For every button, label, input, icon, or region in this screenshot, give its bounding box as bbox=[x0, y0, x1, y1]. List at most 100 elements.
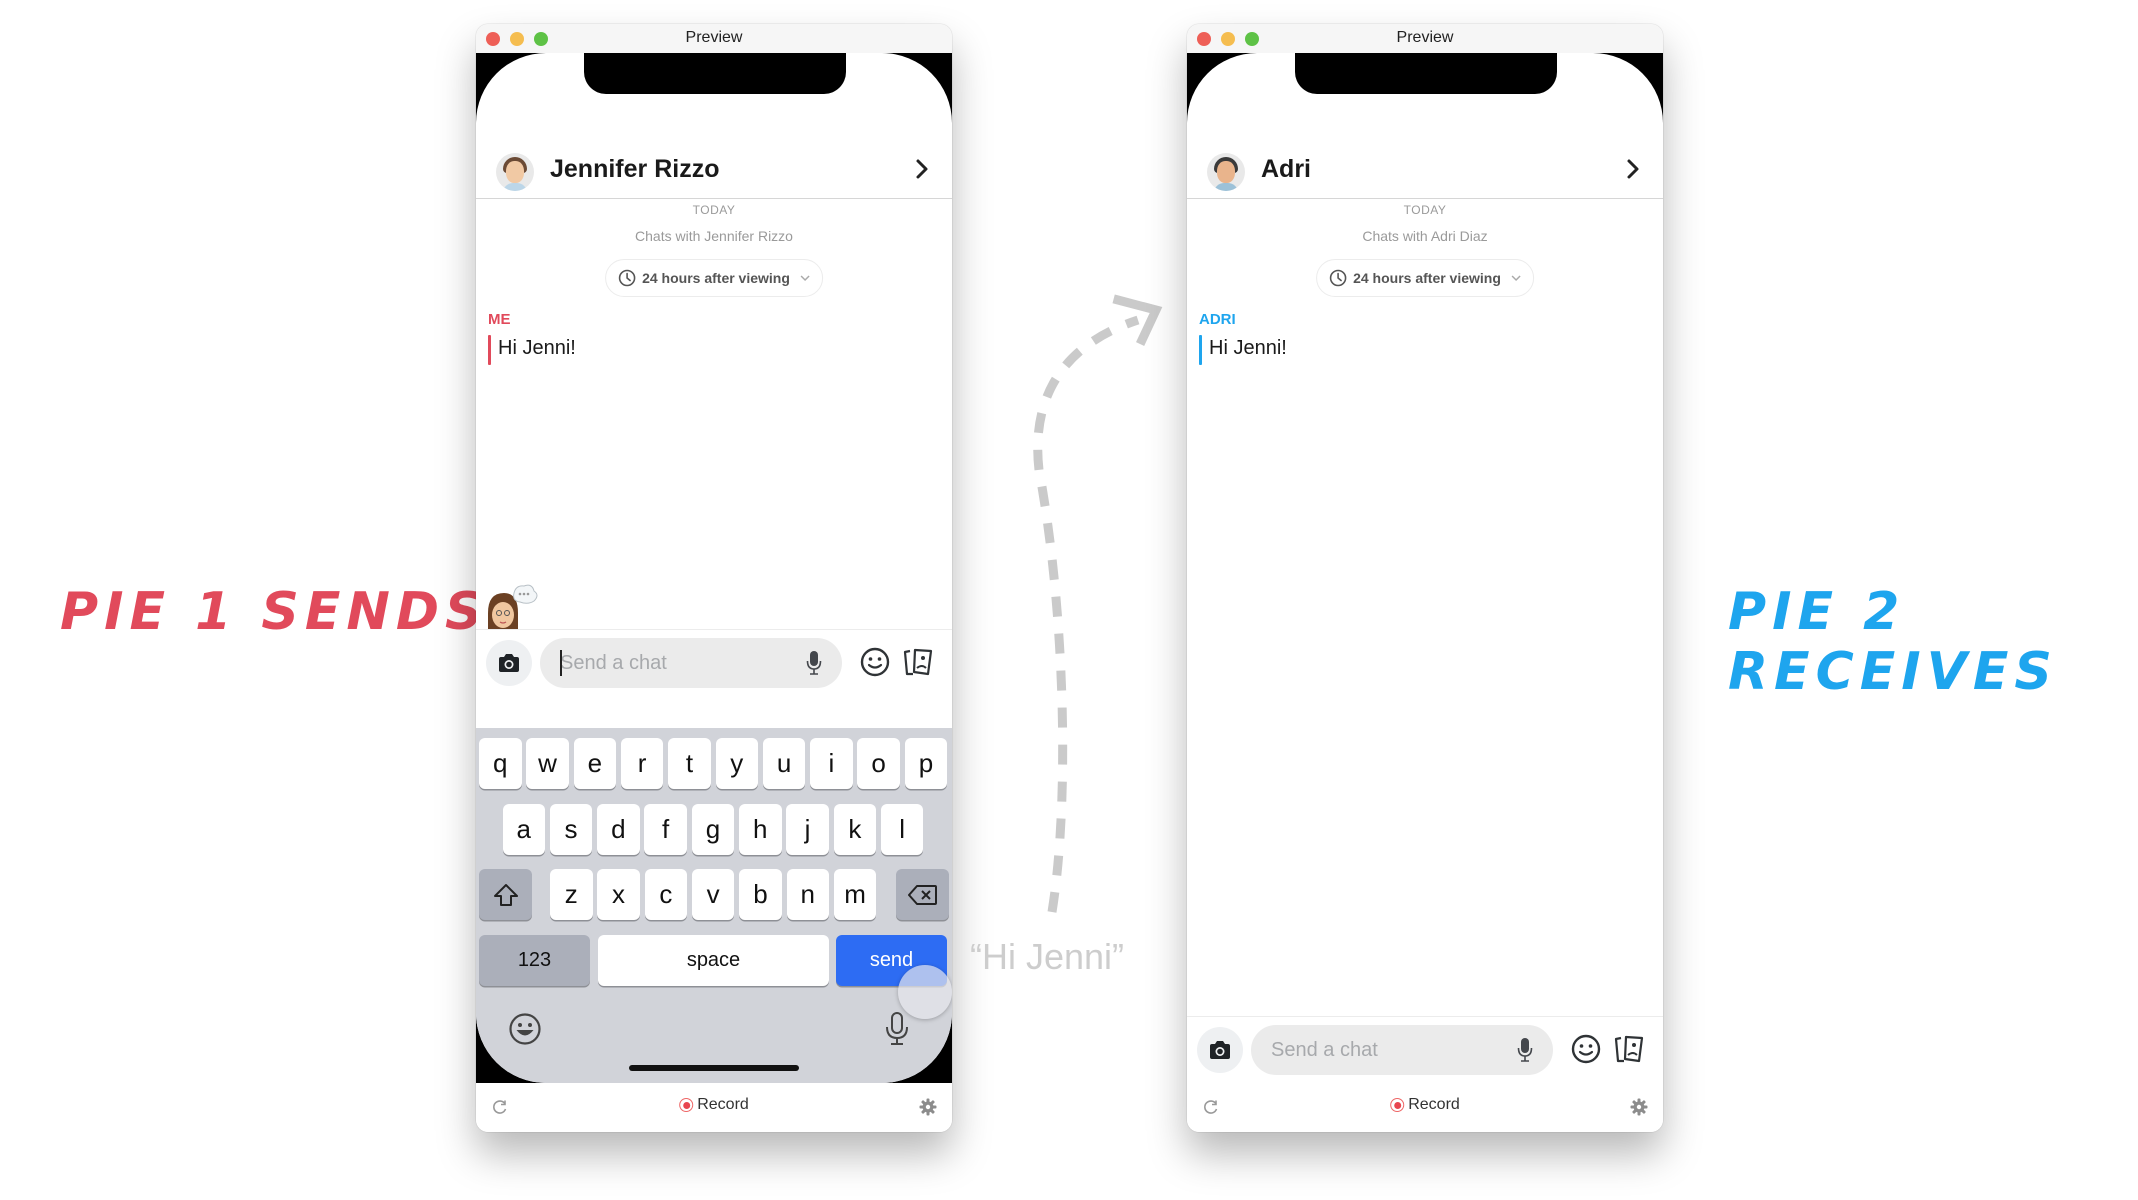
camera-icon bbox=[1210, 1041, 1230, 1059]
receiver-preview-window: Preview Adri TODAY Chats with Adri Diaz … bbox=[1187, 24, 1663, 1132]
reload-icon[interactable] bbox=[1203, 1099, 1219, 1115]
pie-1-sends-caption: PIE 1 SENDS bbox=[60, 582, 489, 642]
gear-icon[interactable] bbox=[919, 1098, 937, 1116]
emoji-keyboard-icon[interactable] bbox=[508, 1012, 542, 1046]
key-x[interactable]: x bbox=[597, 869, 640, 920]
gear-icon[interactable] bbox=[1630, 1098, 1648, 1116]
chat-header[interactable]: Adri bbox=[1187, 143, 1663, 199]
camera-icon bbox=[499, 654, 519, 672]
key-i[interactable]: i bbox=[810, 738, 853, 789]
chat-header[interactable]: Jennifer Rizzo bbox=[476, 143, 952, 199]
text-cursor bbox=[560, 650, 562, 676]
avatar[interactable] bbox=[496, 153, 534, 191]
retention-setting-dropdown[interactable]: 24 hours after viewing bbox=[1316, 259, 1534, 297]
chat-input-bar bbox=[1187, 1016, 1663, 1083]
chevron-down-icon bbox=[1511, 275, 1521, 282]
avatar[interactable] bbox=[1207, 153, 1245, 191]
record-label: Record bbox=[1408, 1096, 1460, 1113]
shift-key[interactable] bbox=[479, 869, 532, 920]
chevron-right-icon[interactable] bbox=[1621, 157, 1645, 181]
camera-button[interactable] bbox=[486, 640, 532, 686]
date-label: TODAY bbox=[1403, 203, 1447, 217]
preview-toolbar: Record bbox=[476, 1083, 952, 1132]
reload-icon[interactable] bbox=[492, 1099, 508, 1115]
numbers-key[interactable]: 123 bbox=[479, 935, 590, 986]
title-bar: Preview bbox=[476, 24, 952, 53]
phone-screen: Jennifer Rizzo TODAY Chats with Jennifer… bbox=[476, 53, 952, 1083]
pie-2-receives-caption: PIE 2 RECEIVES bbox=[1728, 582, 2058, 702]
key-b[interactable]: b bbox=[739, 869, 782, 920]
preview-toolbar: Record bbox=[1187, 1083, 1663, 1132]
chevron-right-icon[interactable] bbox=[910, 157, 934, 181]
key-t[interactable]: t bbox=[668, 738, 711, 789]
record-icon bbox=[1390, 1098, 1405, 1112]
memories-cards-icon[interactable] bbox=[1613, 1033, 1645, 1065]
chats-with-label: Chats with Jennifer Rizzo bbox=[635, 228, 793, 244]
camera-button[interactable] bbox=[1197, 1027, 1243, 1073]
key-c[interactable]: c bbox=[644, 869, 688, 920]
record-icon bbox=[679, 1098, 694, 1112]
message-text[interactable]: Hi Jenni! bbox=[1209, 337, 1287, 360]
microphone-icon[interactable] bbox=[806, 650, 822, 676]
key-g[interactable]: g bbox=[691, 804, 735, 855]
sticker-smiley-icon[interactable] bbox=[1570, 1033, 1602, 1065]
key-u[interactable]: u bbox=[762, 738, 806, 789]
window-title: Preview bbox=[1396, 29, 1454, 46]
phone-notch bbox=[584, 53, 846, 94]
retention-label: 24 hours after viewing bbox=[642, 270, 790, 286]
record-label: Record bbox=[697, 1096, 749, 1113]
key-m[interactable]: m bbox=[833, 869, 877, 920]
record-button[interactable]: Record bbox=[679, 1096, 749, 1114]
key-j[interactable]: j bbox=[786, 804, 829, 855]
retention-setting-dropdown[interactable]: 24 hours after viewing bbox=[605, 259, 823, 297]
chevron-down-icon bbox=[800, 275, 810, 282]
key-k[interactable]: k bbox=[833, 804, 877, 855]
message-transfer-arrow bbox=[1033, 294, 1163, 913]
message-sender-label: ADRI bbox=[1199, 311, 1236, 328]
key-w[interactable]: w bbox=[526, 738, 569, 789]
key-y[interactable]: y bbox=[715, 738, 758, 789]
key-e[interactable]: e bbox=[573, 738, 617, 789]
message-accent-bar bbox=[488, 335, 491, 365]
contact-name[interactable]: Adri bbox=[1261, 155, 1311, 184]
key-d[interactable]: d bbox=[597, 804, 640, 855]
key-o[interactable]: o bbox=[857, 738, 900, 789]
key-z[interactable]: z bbox=[550, 869, 593, 920]
home-indicator[interactable] bbox=[629, 1065, 799, 1071]
chat-message-input[interactable] bbox=[540, 638, 842, 688]
retention-label: 24 hours after viewing bbox=[1353, 270, 1501, 286]
date-label: TODAY bbox=[692, 203, 736, 217]
clock-icon bbox=[1329, 269, 1347, 287]
sender-preview-window: Preview Jennifer Rizzo TODAY Chats with … bbox=[476, 24, 952, 1132]
record-button[interactable]: Record bbox=[1390, 1096, 1460, 1114]
contact-name[interactable]: Jennifer Rizzo bbox=[550, 155, 719, 184]
key-r[interactable]: r bbox=[620, 738, 664, 789]
key-p[interactable]: p bbox=[904, 738, 948, 789]
backspace-key[interactable] bbox=[896, 869, 949, 920]
key-q[interactable]: q bbox=[479, 738, 522, 789]
key-s[interactable]: s bbox=[549, 804, 593, 855]
key-l[interactable]: l bbox=[880, 804, 924, 855]
key-n[interactable]: n bbox=[786, 869, 829, 920]
clock-icon bbox=[618, 269, 636, 287]
message-accent-bar bbox=[1199, 335, 1202, 365]
memories-cards-icon[interactable] bbox=[902, 646, 934, 678]
chat-message-input[interactable] bbox=[1251, 1025, 1553, 1075]
on-screen-keyboard: qwertyuiop asdfghjkl zxcvbnm 123 space s… bbox=[476, 728, 952, 1083]
title-bar: Preview bbox=[1187, 24, 1663, 53]
shift-arrow-icon bbox=[493, 883, 518, 906]
microphone-icon[interactable] bbox=[1517, 1037, 1533, 1063]
key-a[interactable]: a bbox=[502, 804, 545, 855]
chat-input-bar bbox=[476, 629, 952, 700]
key-h[interactable]: h bbox=[739, 804, 782, 855]
dictation-mic-icon[interactable] bbox=[884, 1011, 910, 1047]
phone-notch bbox=[1295, 53, 1557, 94]
key-v[interactable]: v bbox=[691, 869, 735, 920]
transit-message-caption: “Hi Jenni” bbox=[970, 936, 1125, 977]
window-title: Preview bbox=[685, 29, 743, 46]
dashed-arrow-path bbox=[1033, 315, 1140, 913]
key-f[interactable]: f bbox=[644, 804, 687, 855]
message-text[interactable]: Hi Jenni! bbox=[498, 337, 576, 360]
space-key[interactable]: space bbox=[598, 935, 829, 986]
sticker-smiley-icon[interactable] bbox=[859, 646, 891, 678]
